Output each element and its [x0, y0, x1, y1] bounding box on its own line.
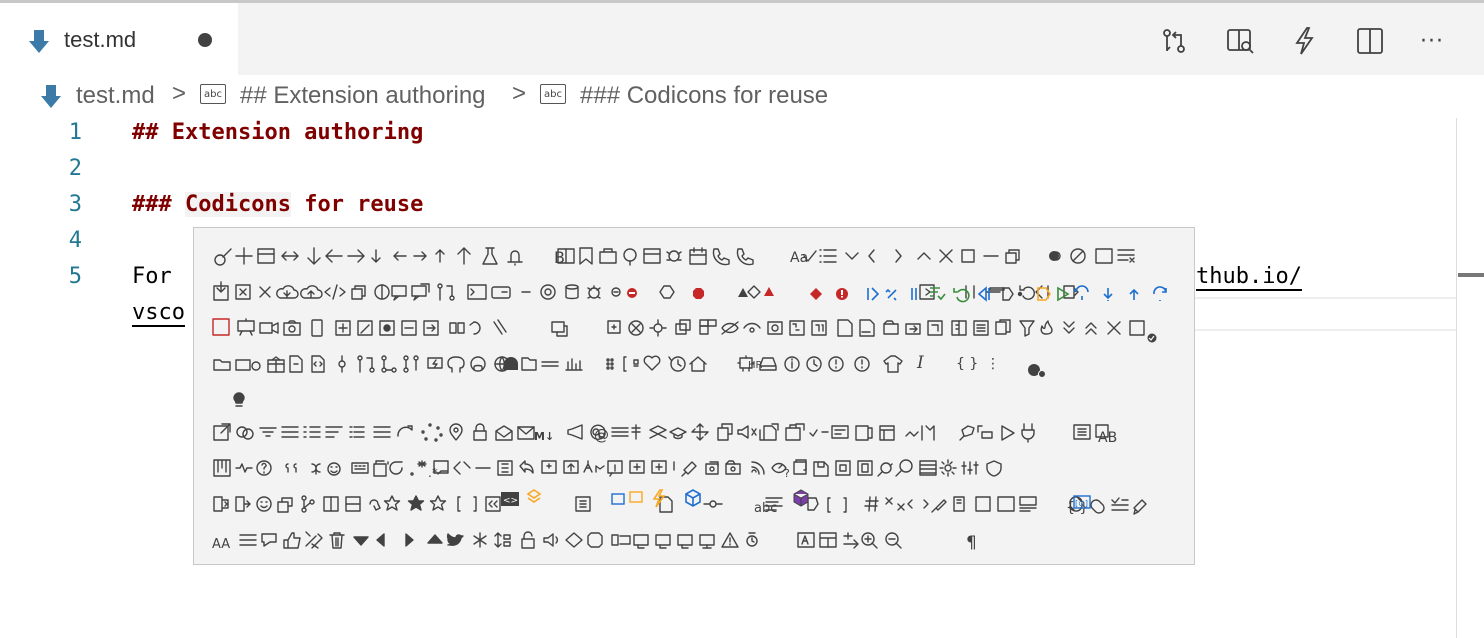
open-preview-icon[interactable] [1222, 23, 1258, 59]
line-number: 5 [68, 264, 82, 289]
heading-marker: ### [132, 192, 185, 217]
codicon-hover-widget: B Aa AB M↓ HR I { } ⋮ abc AA ¶ { } @ .* … [193, 227, 1195, 565]
lightning-icon[interactable] [1286, 23, 1322, 59]
svg-text:abc: abc [754, 501, 777, 516]
svg-text:?: ? [784, 467, 790, 480]
chevron-right-icon: > [172, 80, 187, 107]
dirty-indicator-icon[interactable] [198, 33, 212, 47]
line-number: 3 [68, 192, 82, 217]
chevron-right-icon: > [512, 80, 527, 107]
svg-text:I: I [916, 353, 924, 373]
svg-text:B: B [554, 248, 565, 267]
line-number: 1 [68, 120, 82, 145]
breadcrumb-item-codicons[interactable]: ### Codicons for reuse [580, 82, 828, 110]
codicon-grid: B Aa AB M↓ HR I { } ⋮ abc AA ¶ { } @ .* … [212, 247, 1167, 553]
svg-text:{ }: { } [956, 356, 978, 372]
breadcrumb-file[interactable]: test.md [76, 82, 155, 110]
tab-title: test.md [64, 27, 137, 52]
svg-text:AB: AB [1098, 430, 1117, 446]
line-number: 2 [68, 156, 82, 181]
svg-text:⋮: ⋮ [986, 356, 1000, 372]
symbol-string-icon: abc [200, 84, 226, 104]
svg-text:.*: .* [428, 466, 438, 480]
code-line-start[interactable]: For [132, 264, 172, 289]
markdown-download-icon [28, 29, 50, 59]
breadcrumb-item-extension-authoring[interactable]: ## Extension authoring [240, 82, 486, 110]
svg-text:¶: ¶ [966, 533, 977, 553]
svg-text:@: @ [594, 426, 609, 444]
tab-strip: test.md ··· [0, 3, 1484, 75]
scrollbar-thumb[interactable] [1458, 273, 1484, 277]
more-actions-icon[interactable]: ··· [1414, 23, 1450, 59]
source-control-compare-icon[interactable] [1156, 23, 1192, 59]
split-editor-icon[interactable] [1352, 23, 1388, 59]
tab-test-md[interactable]: test.md [0, 3, 238, 75]
code-line[interactable]: ### Codicons for reuse [132, 192, 423, 217]
vertical-scrollbar[interactable] [1456, 118, 1484, 638]
breadcrumb: test.md > abc ## Extension authoring > a… [0, 80, 1484, 114]
line-number: 4 [68, 228, 82, 253]
svg-text:AA: AA [212, 537, 230, 552]
svg-text:<>: <> [503, 496, 518, 506]
symbol-string-icon: abc [540, 84, 566, 104]
svg-text:M↓: M↓ [534, 430, 554, 443]
markdown-download-icon [40, 84, 62, 117]
svg-text:Aa: Aa [790, 250, 808, 266]
heading-text: for reuse [290, 192, 424, 217]
hovered-word[interactable]: Codicons [184, 192, 291, 217]
svg-text:HR: HR [748, 360, 763, 371]
current-line-highlight [1190, 297, 1482, 331]
code-line[interactable]: ## Extension authoring [132, 120, 423, 145]
svg-text:[⊙]: [⊙] [1075, 499, 1088, 508]
link-wrap-fragment[interactable]: vsco [132, 300, 185, 327]
link-fragment[interactable]: thub.io/ [1196, 264, 1302, 291]
